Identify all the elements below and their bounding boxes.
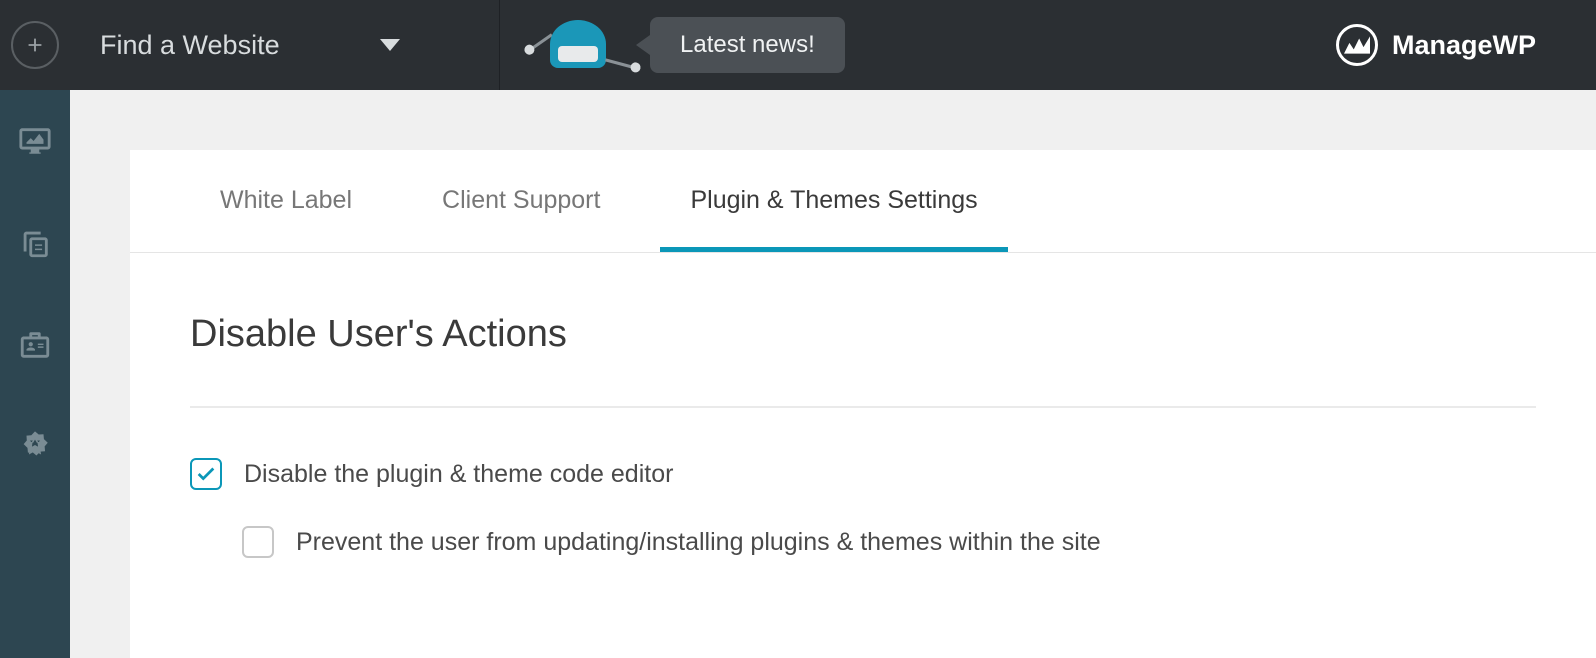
id-badge-icon [18, 328, 52, 362]
sidebar-item-dashboard[interactable] [0, 90, 70, 192]
check-icon [195, 463, 217, 485]
option-prevent-update-install: Prevent the user from updating/installin… [190, 526, 1536, 558]
latest-news-button[interactable]: Latest news! [650, 17, 845, 73]
tab-label: Plugin & Themes Settings [690, 186, 977, 214]
add-button[interactable] [11, 21, 59, 69]
checkbox-label: Disable the plugin & theme code editor [244, 460, 673, 489]
brand-name: ManageWP [1392, 30, 1536, 61]
monitor-chart-icon [18, 124, 52, 158]
brand-logo-link[interactable]: ManageWP [1336, 24, 1536, 66]
section-disable-actions: Disable User's Actions Disable the plugi… [130, 253, 1596, 654]
documents-icon [18, 226, 52, 260]
checkbox-label: Prevent the user from updating/installin… [296, 528, 1101, 557]
chevron-down-icon [380, 39, 400, 51]
star-badge-icon [18, 430, 52, 464]
option-disable-code-editor: Disable the plugin & theme code editor [190, 458, 1536, 490]
sidebar [0, 0, 70, 658]
latest-news-label: Latest news! [680, 31, 815, 58]
sidebar-item-clients[interactable] [0, 294, 70, 396]
settings-card: White Label Client Support Plugin & Them… [130, 150, 1596, 658]
tab-white-label[interactable]: White Label [190, 150, 382, 252]
brand-logo-icon [1336, 24, 1378, 66]
mascot-area: Latest news! [520, 0, 845, 90]
checkbox-prevent-update-install[interactable] [242, 526, 274, 558]
divider [190, 406, 1536, 408]
tab-client-support[interactable]: Client Support [412, 150, 630, 252]
checkbox-disable-code-editor[interactable] [190, 458, 222, 490]
tab-label: Client Support [442, 186, 600, 214]
tab-label: White Label [220, 186, 352, 214]
topbar: Find a Website Latest news! ManageWP [70, 0, 1596, 90]
tabs: White Label Client Support Plugin & Them… [130, 150, 1596, 253]
website-selector-label: Find a Website [100, 30, 280, 61]
section-title: Disable User's Actions [190, 313, 1536, 356]
content-area: White Label Client Support Plugin & Them… [70, 90, 1596, 658]
tab-plugin-themes-settings[interactable]: Plugin & Themes Settings [660, 150, 1007, 252]
website-selector[interactable]: Find a Website [70, 0, 500, 90]
plus-icon [24, 34, 46, 56]
mascot-icon [520, 0, 640, 90]
sidebar-item-content[interactable] [0, 192, 70, 294]
sidebar-item-addons[interactable] [0, 396, 70, 498]
sidebar-top [0, 0, 70, 90]
